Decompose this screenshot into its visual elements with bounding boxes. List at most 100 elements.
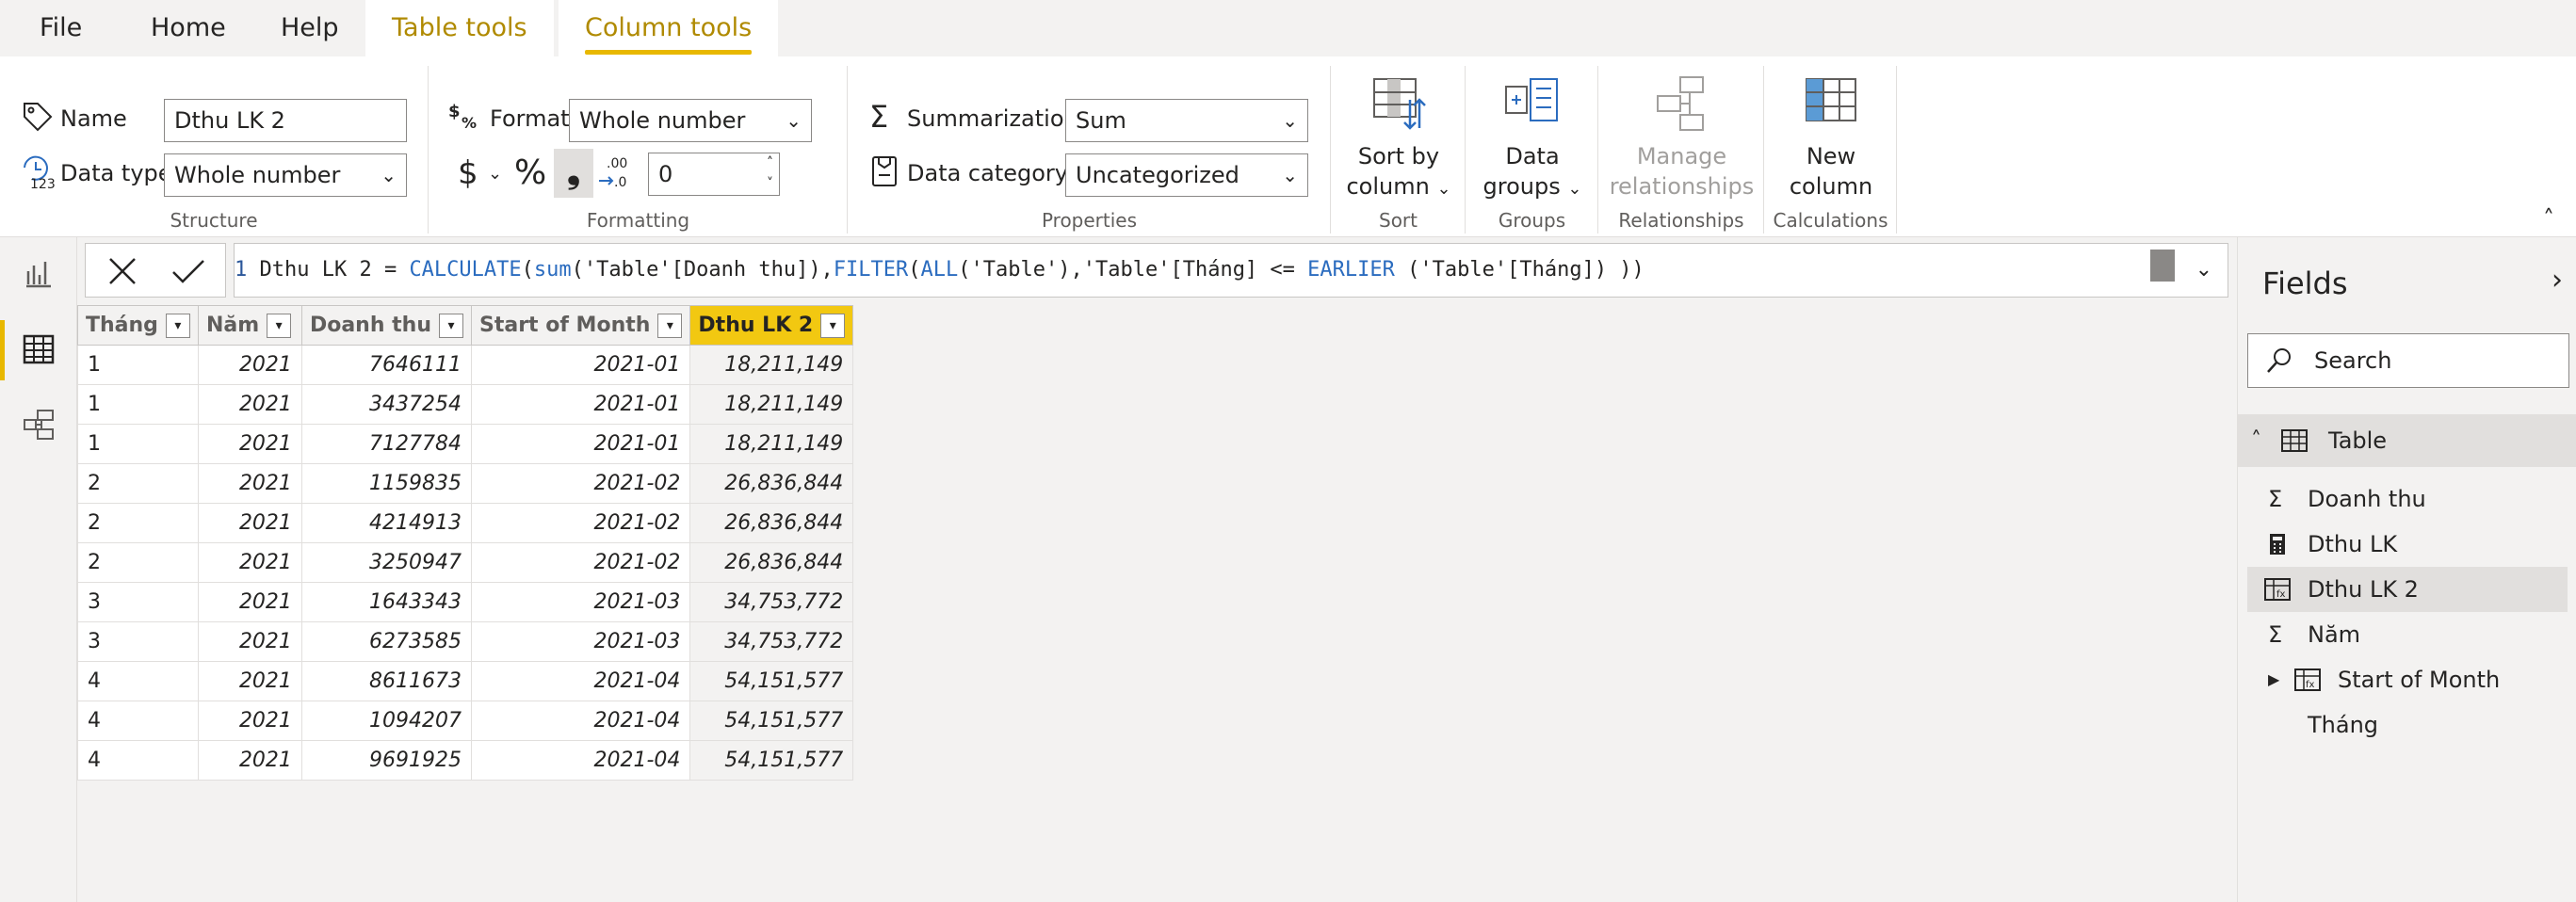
data-type-select[interactable]: Whole number ⌄ <box>164 153 407 197</box>
percent-icon[interactable]: % <box>514 153 546 194</box>
table-cell[interactable]: 2021-04 <box>470 701 691 741</box>
data-view-button[interactable] <box>0 313 77 388</box>
table-cell[interactable]: 1 <box>77 384 199 425</box>
table-cell[interactable]: 34,753,772 <box>689 582 854 622</box>
table-cell[interactable]: 2021-02 <box>470 542 691 583</box>
table-cell[interactable]: 3250947 <box>300 542 472 583</box>
scroll-thumb[interactable] <box>2150 250 2175 282</box>
decimal-places-icon[interactable]: .00 .0 <box>597 154 635 192</box>
table-cell[interactable]: 2021 <box>197 740 302 781</box>
field-dthu-lk[interactable]: Dthu LK <box>2247 522 2568 567</box>
table-cell[interactable]: 2021 <box>197 345 302 385</box>
expand-formula-icon[interactable]: ⌄ <box>2195 244 2212 297</box>
table-cell[interactable]: 2021-04 <box>470 661 691 701</box>
report-view-button[interactable] <box>0 237 77 313</box>
table-cell[interactable]: 2021-01 <box>470 424 691 464</box>
data-groups-button[interactable]: Data groups ⌄ <box>1466 73 1598 204</box>
sort-by-column-button[interactable]: Sort by column ⌄ <box>1332 73 1466 204</box>
table-cell[interactable]: 7646111 <box>300 345 472 385</box>
table-cell[interactable]: 2 <box>77 542 199 583</box>
new-column-button[interactable]: New column <box>1765 73 1897 201</box>
spinner-up-icon[interactable]: ˄ <box>767 153 773 172</box>
chevron-down-icon[interactable]: ⌄ <box>488 158 502 190</box>
table-cell[interactable]: 18,211,149 <box>689 345 854 385</box>
decimals-input[interactable]: 0 ˄ ˅ <box>648 153 780 196</box>
table-cell[interactable]: 2021 <box>197 661 302 701</box>
column-header-thang[interactable]: Tháng ▾ <box>77 305 199 346</box>
fields-search-input[interactable]: Search <box>2247 333 2569 388</box>
manage-relationships-button[interactable]: Manage relationships <box>1599 73 1764 201</box>
name-input[interactable]: Dthu LK 2 <box>164 99 407 142</box>
tab-home[interactable]: Home <box>124 0 252 56</box>
table-cell[interactable]: 2021 <box>197 424 302 464</box>
table-cell[interactable]: 2021 <box>197 384 302 425</box>
table-cell[interactable]: 1 <box>77 424 199 464</box>
table-cell[interactable]: 1159835 <box>300 463 472 504</box>
table-cell[interactable]: 3437254 <box>300 384 472 425</box>
table-cell[interactable]: 2 <box>77 463 199 504</box>
filter-dropdown-icon[interactable]: ▾ <box>657 313 683 338</box>
table-cell[interactable]: 2021 <box>197 463 302 504</box>
table-cell[interactable]: 1094207 <box>300 701 472 741</box>
cancel-icon[interactable] <box>106 255 138 287</box>
collapse-icon[interactable]: ˄ <box>2251 414 2261 467</box>
table-cell[interactable]: 2021 <box>197 582 302 622</box>
table-cell[interactable]: 8611673 <box>300 661 472 701</box>
table-cell[interactable]: 2021-04 <box>470 740 691 781</box>
spinner-down-icon[interactable]: ˅ <box>767 174 773 193</box>
format-select[interactable]: Whole number ⌄ <box>569 99 812 142</box>
table-cell[interactable]: 4 <box>77 740 199 781</box>
table-cell[interactable]: 26,836,844 <box>689 542 854 583</box>
table-cell[interactable]: 2021-03 <box>470 621 691 662</box>
data-category-select[interactable]: Uncategorized ⌄ <box>1065 153 1308 197</box>
filter-dropdown-icon[interactable]: ▾ <box>820 313 846 338</box>
commit-icon[interactable] <box>170 255 206 287</box>
column-header-start-of-month[interactable]: Start of Month ▾ <box>470 305 691 346</box>
table-cell[interactable]: 6273585 <box>300 621 472 662</box>
tab-table-tools[interactable]: Table tools <box>365 0 554 56</box>
formula-bar[interactable]: 1 Dthu LK 2 = CALCULATE(sum('Table'[Doan… <box>234 243 2228 298</box>
table-cell[interactable]: 2021 <box>197 542 302 583</box>
table-cell[interactable]: 3 <box>77 621 199 662</box>
table-cell[interactable]: 2021 <box>197 701 302 741</box>
table-cell[interactable]: 2021-01 <box>470 345 691 385</box>
tab-column-tools[interactable]: Column tools <box>559 0 779 56</box>
table-cell[interactable]: 54,151,577 <box>689 661 854 701</box>
field-start-of-month[interactable]: ▶ fx Start of Month <box>2247 657 2568 702</box>
filter-dropdown-icon[interactable]: ▾ <box>165 313 190 338</box>
table-cell[interactable]: 2021-02 <box>470 503 691 543</box>
filter-dropdown-icon[interactable]: ▾ <box>438 313 463 338</box>
table-cell[interactable]: 54,151,577 <box>689 701 854 741</box>
field-doanh-thu[interactable]: Σ Doanh thu <box>2247 476 2568 522</box>
comma-style-icon[interactable]: ❟ <box>554 149 593 198</box>
filter-dropdown-icon[interactable]: ▾ <box>267 313 292 338</box>
field-dthu-lk-2[interactable]: fx Dthu LK 2 <box>2247 567 2568 612</box>
table-cell[interactable]: 18,211,149 <box>689 384 854 425</box>
table-cell[interactable]: 1643343 <box>300 582 472 622</box>
table-cell[interactable]: 26,836,844 <box>689 503 854 543</box>
table-cell[interactable]: 2021-02 <box>470 463 691 504</box>
table-cell[interactable]: 3 <box>77 582 199 622</box>
column-header-doanh-thu[interactable]: Doanh thu ▾ <box>300 305 472 346</box>
model-view-button[interactable] <box>0 388 77 463</box>
table-cell[interactable]: 4 <box>77 661 199 701</box>
table-cell[interactable]: 1 <box>77 345 199 385</box>
table-cell[interactable]: 7127784 <box>300 424 472 464</box>
tab-file[interactable]: File <box>13 0 108 56</box>
column-header-dthu-lk-2[interactable]: Dthu LK 2 ▾ <box>689 305 854 346</box>
column-header-nam[interactable]: Năm ▾ <box>197 305 302 346</box>
table-cell[interactable]: 4214913 <box>300 503 472 543</box>
table-cell[interactable]: 18,211,149 <box>689 424 854 464</box>
table-cell[interactable]: 9691925 <box>300 740 472 781</box>
field-nam[interactable]: Σ Năm <box>2247 612 2568 657</box>
table-node[interactable]: ˄ Table <box>2238 414 2576 467</box>
collapse-ribbon-icon[interactable]: ˄ <box>2543 205 2554 232</box>
table-cell[interactable]: 26,836,844 <box>689 463 854 504</box>
field-thang[interactable]: Tháng <box>2247 702 2568 748</box>
table-cell[interactable]: 2 <box>77 503 199 543</box>
table-cell[interactable]: 2021 <box>197 503 302 543</box>
table-cell[interactable]: 2021 <box>197 621 302 662</box>
table-cell[interactable]: 4 <box>77 701 199 741</box>
table-cell[interactable]: 54,151,577 <box>689 740 854 781</box>
table-cell[interactable]: 2021-01 <box>470 384 691 425</box>
